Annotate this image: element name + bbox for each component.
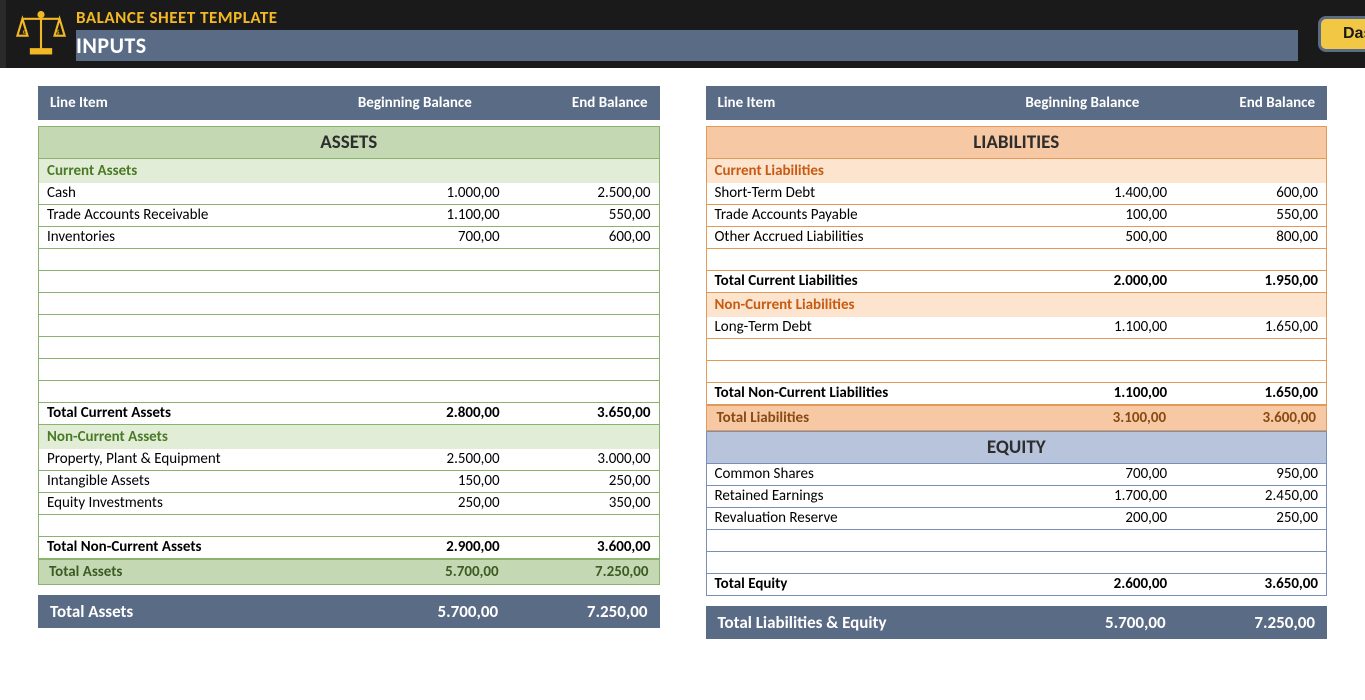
dashboard-button[interactable]: Dashboard [1318,16,1365,52]
liabilities-equity-column: Line Item Beginning Balance End Balance … [706,86,1328,639]
table-row[interactable]: Short-Term Debt1.400,00600,00 [706,183,1328,205]
grand-total-liabilities-equity: Total Liabilities & Equity 5.700,00 7.25… [706,606,1328,639]
total-assets: Total Assets 5.700,00 7.250,00 [38,559,660,585]
table-row[interactable]: Common Shares700,00950,00 [706,464,1328,486]
table-row[interactable]: Long-Term Debt1.100,001.650,00 [706,317,1328,339]
table-row[interactable]: Intangible Assets150,00250,00 [38,471,660,493]
total-noncurrent-liabilities: Total Non-Current Liabilities 1.100,00 1… [706,383,1328,405]
page-title: BALANCE SHEET TEMPLATE [76,7,1298,28]
svg-text:€: € [22,28,26,36]
total-current-assets: Total Current Assets 2.800,00 3.650,00 [38,403,660,425]
assets-column: Line Item Beginning Balance End Balance … [38,86,660,639]
table-row[interactable]: Trade Accounts Receivable1.100,00550,00 [38,205,660,227]
current-liabilities-label: Current Liabilities [706,159,1328,183]
page-subtitle: INPUTS [76,30,1298,61]
table-row[interactable]: Other Accrued Liabilities500,00800,00 [706,227,1328,249]
total-equity: Total Equity 2.600,00 3.650,00 [706,574,1328,596]
logo-icon: € $ [6,0,76,68]
current-assets-label: Current Assets [38,159,660,183]
table-row[interactable]: Equity Investments250,00350,00 [38,493,660,515]
table-row[interactable]: Trade Accounts Payable100,00550,00 [706,205,1328,227]
equity-title: EQUITY [706,431,1328,464]
balance-sheet: Line Item Beginning Balance End Balance … [0,68,1365,639]
noncurrent-assets-label: Non-Current Assets [38,425,660,449]
total-current-liabilities: Total Current Liabilities 2.000,00 1.950… [706,271,1328,293]
table-row[interactable]: Retained Earnings1.700,002.450,00 [706,486,1328,508]
total-noncurrent-assets: Total Non-Current Assets 2.900,00 3.600,… [38,537,660,559]
top-bar: € $ BALANCE SHEET TEMPLATE INPUTS Dashbo… [0,0,1365,68]
table-row[interactable]: Revaluation Reserve200,00250,00 [706,508,1328,530]
table-row[interactable]: Cash1.000,002.500,00 [38,183,660,205]
table-row[interactable]: Inventories700,00600,00 [38,227,660,249]
svg-text:$: $ [56,28,60,36]
assets-title: ASSETS [38,126,660,159]
total-liabilities: Total Liabilities 3.100,00 3.600,00 [706,405,1328,431]
column-header-left: Line Item Beginning Balance End Balance [38,86,660,120]
table-row[interactable]: Property, Plant & Equipment2.500,003.000… [38,449,660,471]
grand-total-assets: Total Assets 5.700,00 7.250,00 [38,595,660,628]
column-header-right: Line Item Beginning Balance End Balance [706,86,1328,120]
noncurrent-liabilities-label: Non-Current Liabilities [706,293,1328,317]
liabilities-title: LIABILITIES [706,126,1328,159]
